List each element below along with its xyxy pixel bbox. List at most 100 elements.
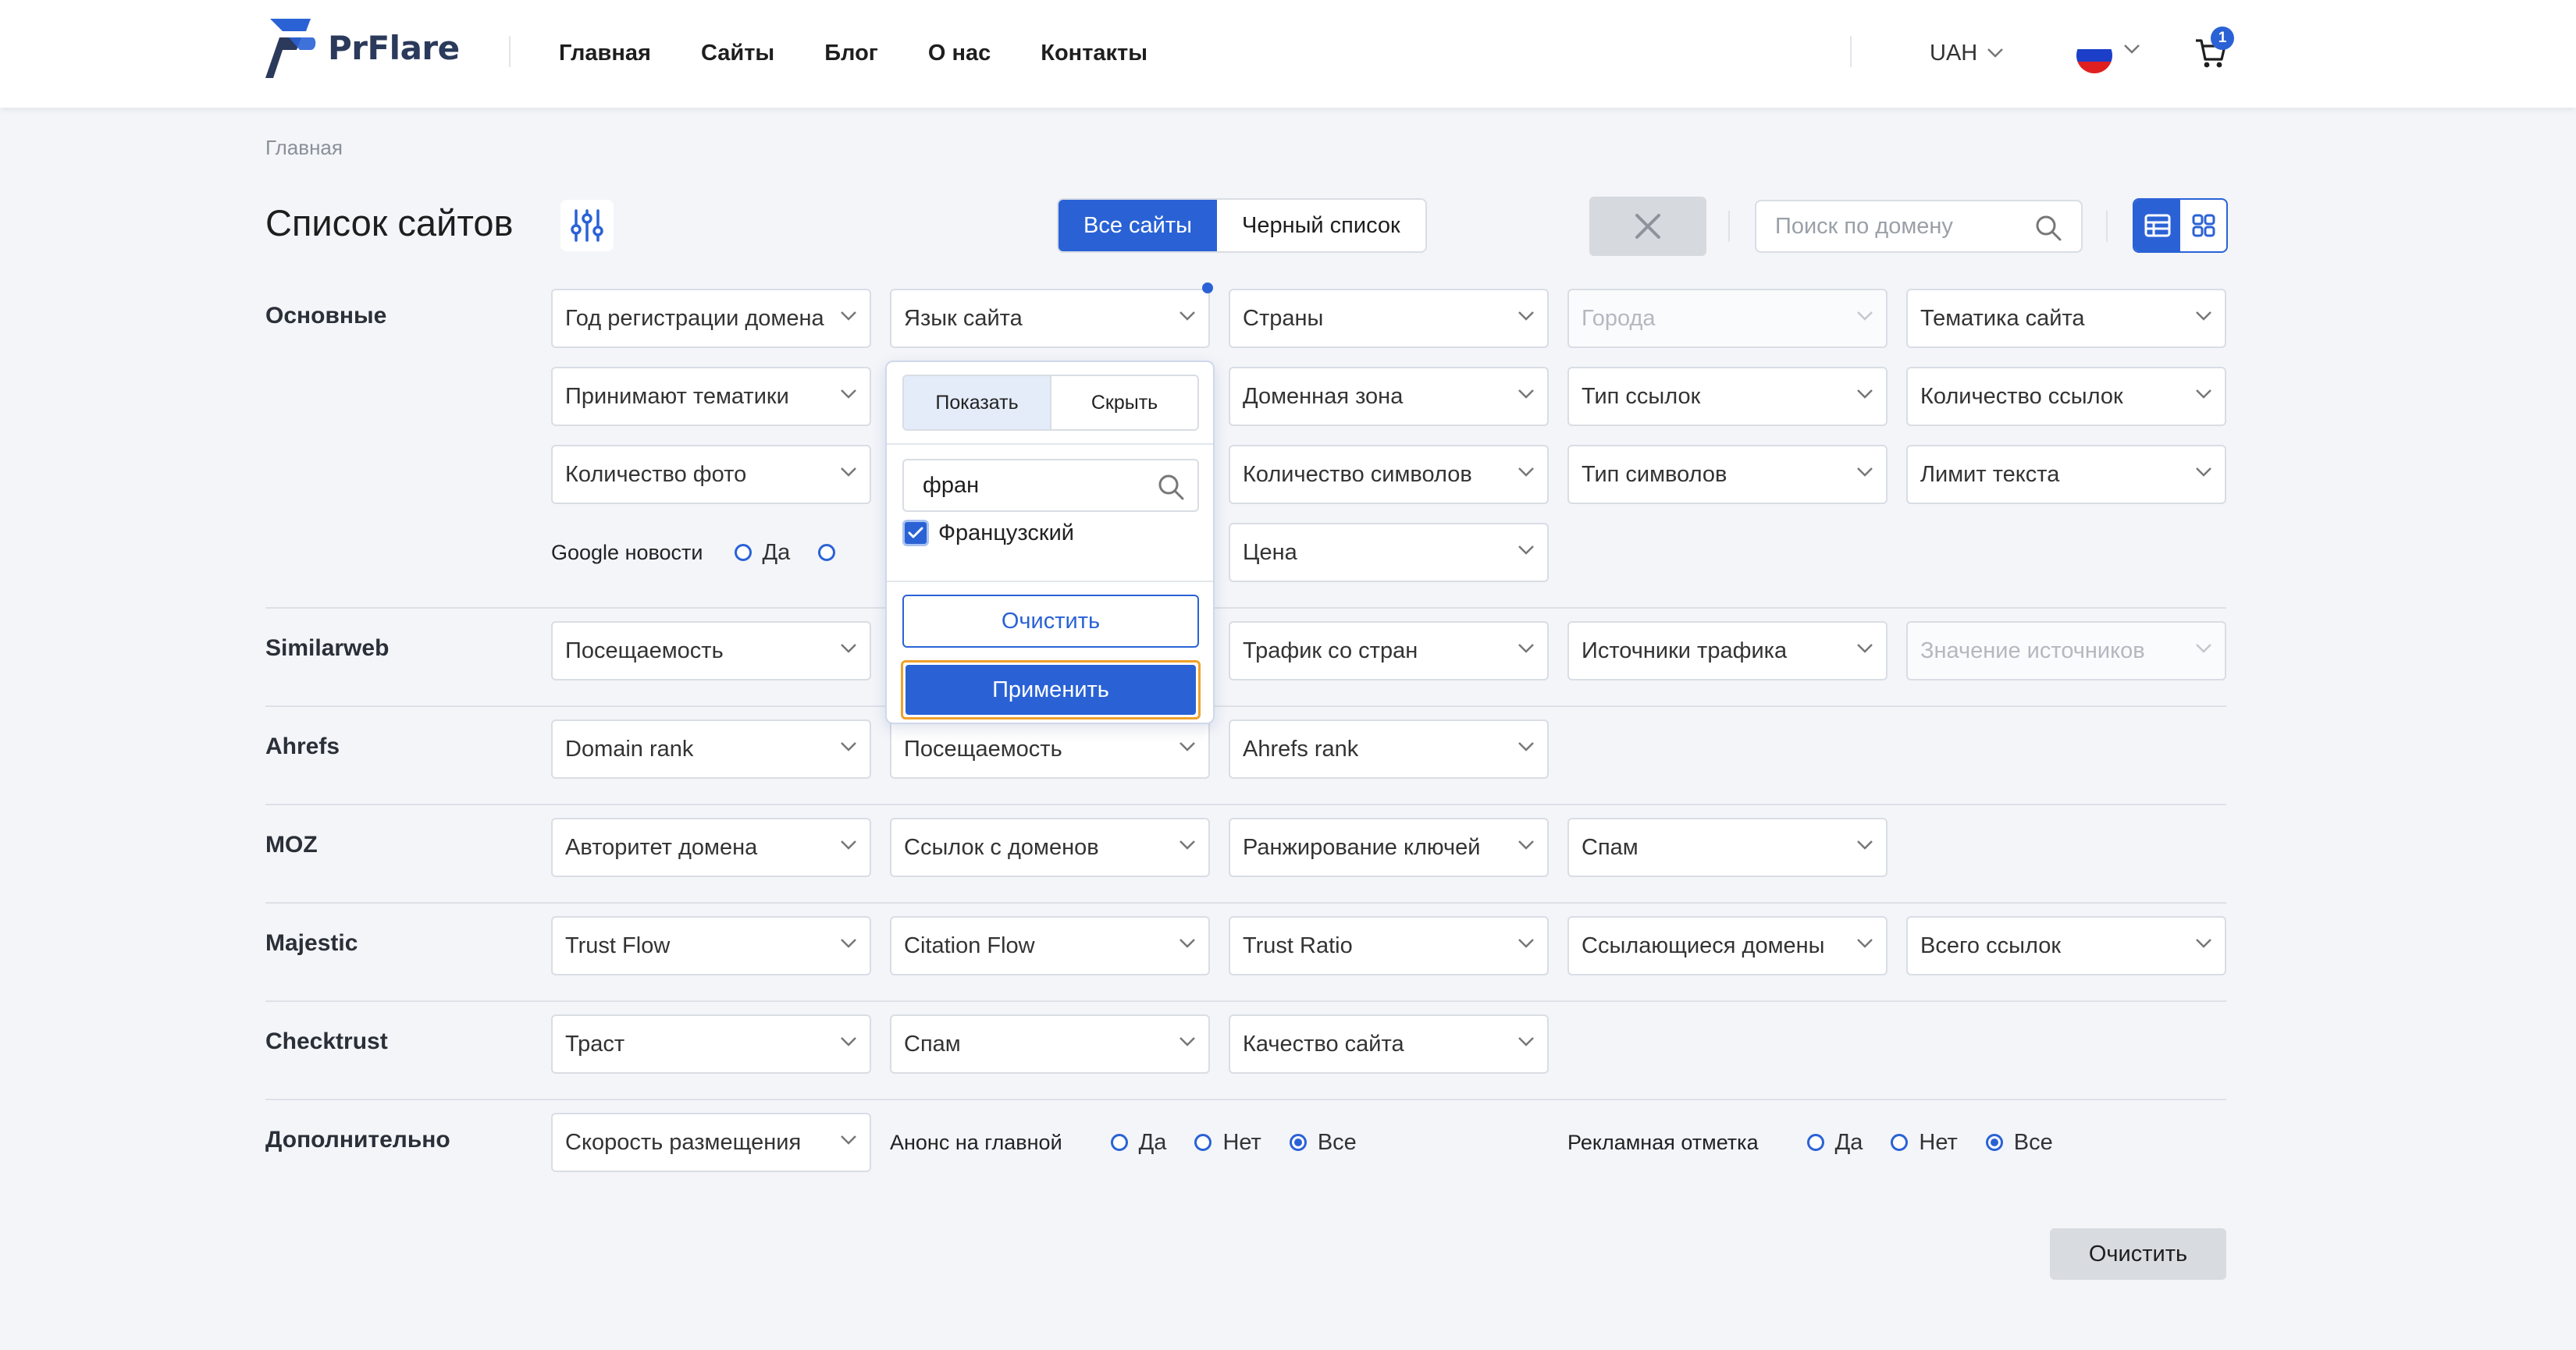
filter-label: Всего ссылок bbox=[1920, 933, 2062, 958]
filter-mj-ref-domains[interactable]: Ссылающиеся домены bbox=[1567, 916, 1888, 975]
filter-moz-keywords[interactable]: Ранжирование ключей bbox=[1229, 818, 1549, 877]
dropdown-apply-button[interactable]: Применить bbox=[906, 665, 1196, 715]
nav-home[interactable]: Главная bbox=[559, 34, 651, 72]
logo-icon bbox=[265, 19, 316, 78]
filter-label: Ранжирование ключей bbox=[1243, 835, 1481, 860]
filter-moz-spam[interactable]: Спам bbox=[1567, 818, 1888, 877]
main-nav: Главная Сайты Блог О нас Контакты bbox=[559, 34, 1197, 72]
filter-photo-count[interactable]: Количество фото bbox=[551, 445, 871, 504]
nav-contacts[interactable]: Контакты bbox=[1041, 34, 1147, 72]
chevron-down-icon bbox=[1518, 389, 1534, 399]
nav-sites[interactable]: Сайты bbox=[701, 34, 774, 72]
filter-mj-total-links[interactable]: Всего ссылок bbox=[1906, 916, 2226, 975]
filter-ah-domain-rank[interactable]: Domain rank bbox=[551, 719, 871, 779]
section-extra-label: Дополнительно bbox=[265, 1127, 450, 1153]
chevron-down-icon bbox=[841, 1037, 856, 1046]
dropdown-clear-button[interactable]: Очистить bbox=[902, 595, 1199, 648]
filter-sw-sources[interactable]: Источники трафика bbox=[1567, 621, 1888, 680]
filter-label: Citation Flow bbox=[904, 933, 1035, 958]
currency-selector[interactable]: UAH bbox=[1930, 34, 2004, 72]
domain-search-input[interactable] bbox=[1775, 201, 2033, 251]
filter-moz-authority[interactable]: Авторитет домена bbox=[551, 818, 871, 877]
radio-label-all: Все bbox=[1317, 1129, 1357, 1155]
ad-mark-yes-radio[interactable] bbox=[1806, 1134, 1824, 1151]
filter-link-type[interactable]: Тип ссылок bbox=[1567, 367, 1888, 426]
breadcrumb[interactable]: Главная bbox=[265, 136, 343, 160]
radio-label-all: Все bbox=[2013, 1129, 2053, 1155]
chevron-down-icon bbox=[1857, 644, 1873, 653]
filter-reg-year[interactable]: Год регистрации домена bbox=[551, 289, 871, 348]
filter-domain-zone[interactable]: Доменная зона bbox=[1229, 367, 1549, 426]
announce-label: Анонс на главной bbox=[890, 1130, 1062, 1154]
search-icon[interactable] bbox=[2034, 214, 2062, 242]
chevron-down-icon bbox=[2196, 939, 2211, 948]
filter-ct-quality[interactable]: Качество сайта bbox=[1229, 1014, 1549, 1074]
language-search-input[interactable] bbox=[923, 460, 1141, 510]
section-divider bbox=[265, 1000, 2226, 1002]
ad-mark-no-radio[interactable] bbox=[1891, 1134, 1909, 1151]
filter-text-limit[interactable]: Лимит текста bbox=[1906, 445, 2226, 504]
top-header: PrFlare Главная Сайты Блог О нас Контакт… bbox=[0, 0, 2576, 108]
filter-label: Язык сайта bbox=[904, 306, 1023, 331]
toolbar-divider bbox=[1728, 211, 1730, 242]
filter-mj-citation-flow[interactable]: Citation Flow bbox=[890, 916, 1210, 975]
radio-label-no: Нет bbox=[1222, 1129, 1261, 1155]
google-news-no-radio[interactable] bbox=[818, 544, 836, 561]
filter-label: Лимит текста bbox=[1920, 462, 2060, 487]
filter-accept-topics[interactable]: Принимают тематики bbox=[551, 367, 871, 426]
filter-price[interactable]: Цена bbox=[1229, 523, 1549, 582]
chevron-down-icon bbox=[1857, 389, 1873, 399]
language-flag-icon[interactable] bbox=[2076, 37, 2112, 73]
filter-moz-links[interactable]: Ссылок с доменов bbox=[890, 818, 1210, 877]
announce-yes-radio[interactable] bbox=[1110, 1134, 1128, 1151]
filter-label: Траст bbox=[565, 1032, 625, 1057]
filter-label: Количество символов bbox=[1243, 462, 1472, 487]
filter-link-count[interactable]: Количество ссылок bbox=[1906, 367, 2226, 426]
ad-mark-all-radio[interactable] bbox=[1985, 1134, 2003, 1151]
language-search bbox=[902, 459, 1199, 512]
nav-blog[interactable]: Блог bbox=[824, 34, 878, 72]
cart-count-badge: 1 bbox=[2211, 27, 2234, 50]
announce-all-radio[interactable] bbox=[1289, 1134, 1307, 1151]
chevron-down-icon bbox=[1857, 840, 1873, 850]
filter-sw-traffic[interactable]: Посещаемость bbox=[551, 621, 871, 680]
chevron-down-icon bbox=[1518, 644, 1534, 653]
filter-mj-trust-ratio[interactable]: Trust Ratio bbox=[1229, 916, 1549, 975]
chevron-down-icon bbox=[1179, 311, 1195, 321]
close-icon bbox=[1635, 214, 1660, 239]
nav-about[interactable]: О нас bbox=[928, 34, 991, 72]
hide-tab[interactable]: Скрыть bbox=[1051, 376, 1197, 429]
google-news-yes-radio[interactable] bbox=[734, 544, 752, 561]
clear-all-filters-button[interactable]: Очистить bbox=[2050, 1228, 2226, 1280]
logo[interactable]: PrFlare bbox=[265, 16, 460, 80]
grid-view-button[interactable] bbox=[2180, 200, 2226, 251]
chevron-down-icon bbox=[1179, 840, 1195, 850]
filter-ct-trust[interactable]: Траст bbox=[551, 1014, 871, 1074]
filter-mj-trust-flow[interactable]: Trust Flow bbox=[551, 916, 871, 975]
filter-topic[interactable]: Тематика сайта bbox=[1906, 289, 2226, 348]
filter-ah-traffic[interactable]: Посещаемость bbox=[890, 719, 1210, 779]
tab-blacklist[interactable]: Черный список bbox=[1216, 200, 1425, 251]
language-option-french[interactable]: Французский bbox=[902, 520, 1074, 546]
chevron-down-icon bbox=[1857, 939, 1873, 948]
filter-settings-icon[interactable] bbox=[560, 200, 614, 251]
filter-site-language[interactable]: Язык сайта bbox=[890, 289, 1210, 348]
filter-sw-country-traffic[interactable]: Трафик со стран bbox=[1229, 621, 1549, 680]
section-divider bbox=[265, 705, 2226, 707]
filter-ct-spam[interactable]: Спам bbox=[890, 1014, 1210, 1074]
table-view-button[interactable] bbox=[2134, 200, 2180, 251]
chevron-down-icon[interactable] bbox=[2123, 44, 2140, 55]
announce-no-radio[interactable] bbox=[1194, 1134, 1212, 1151]
filter-ah-rank[interactable]: Ahrefs rank bbox=[1229, 719, 1549, 779]
site-list-tabs: Все сайты Черный список bbox=[1057, 198, 1427, 253]
filter-char-count[interactable]: Количество символов bbox=[1229, 445, 1549, 504]
reset-filters-button[interactable] bbox=[1589, 197, 1706, 256]
tab-all-sites[interactable]: Все сайты bbox=[1059, 200, 1217, 251]
filter-countries[interactable]: Страны bbox=[1229, 289, 1549, 348]
show-tab[interactable]: Показать bbox=[904, 376, 1051, 429]
filter-char-type[interactable]: Тип символов bbox=[1567, 445, 1888, 504]
filter-label: Посещаемость bbox=[904, 737, 1062, 762]
chevron-down-icon bbox=[1518, 467, 1534, 477]
filter-ex-speed[interactable]: Скорость размещения bbox=[551, 1113, 871, 1172]
checkbox-checked[interactable] bbox=[902, 520, 929, 546]
